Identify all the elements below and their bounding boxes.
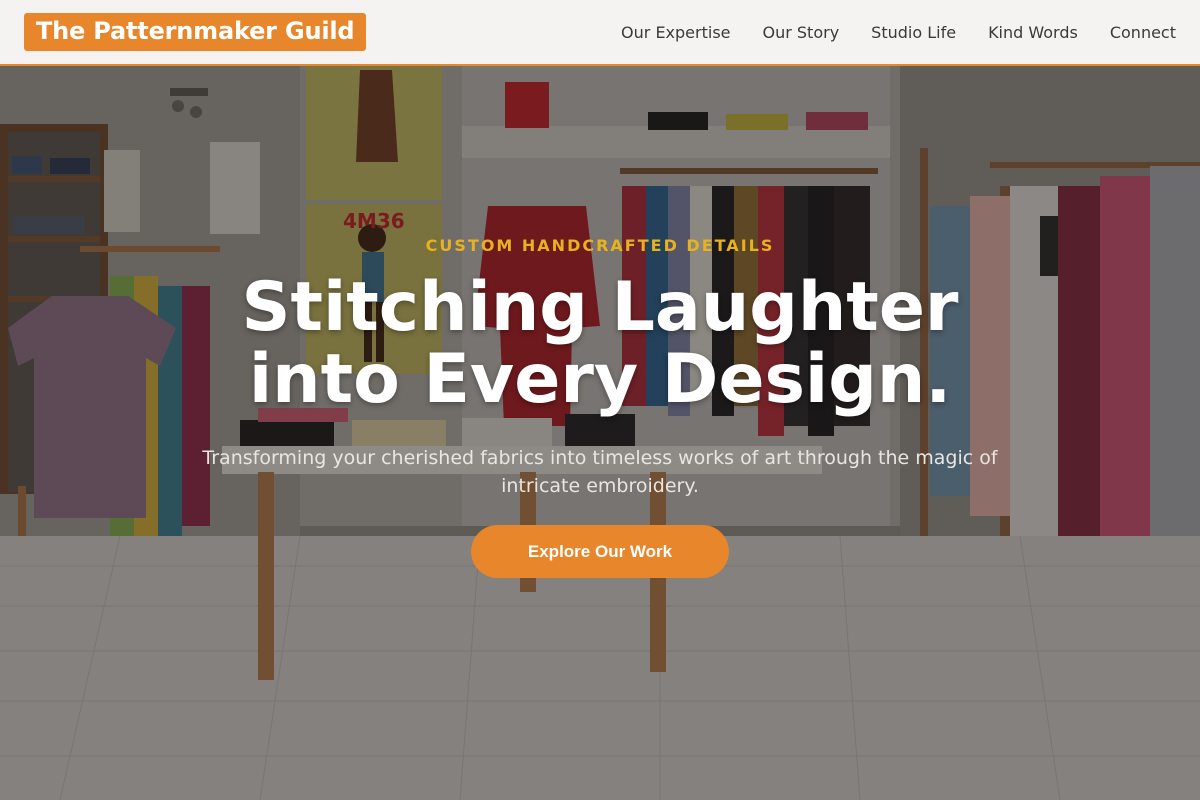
nav-item-kind-words[interactable]: Kind Words <box>988 23 1078 42</box>
hero-section: 4M36 CUSTOM HANDCRAFTED DETAILS Stitchin… <box>0 66 1200 800</box>
nav-item-connect[interactable]: Connect <box>1110 23 1176 42</box>
explore-work-button[interactable]: Explore Our Work <box>471 525 729 578</box>
hero-eyebrow: CUSTOM HANDCRAFTED DETAILS <box>425 236 775 255</box>
hero-headline-line-1: Stitching Laughter <box>241 268 959 347</box>
nav-item-our-story[interactable]: Our Story <box>763 23 840 42</box>
brand-logo[interactable]: The Patternmaker Guild <box>24 13 367 51</box>
hero-subtext: Transforming your cherished fabrics into… <box>202 447 998 497</box>
hero-headline-line-2: into Every Design. <box>248 340 952 419</box>
hero-content: CUSTOM HANDCRAFTED DETAILS Stitching Lau… <box>0 66 1200 800</box>
nav-item-studio-life[interactable]: Studio Life <box>871 23 956 42</box>
site-header: The Patternmaker Guild Our Expertise Our… <box>0 0 1200 66</box>
nav-item-our-expertise[interactable]: Our Expertise <box>621 23 730 42</box>
hero-headline: Stitching Laughter into Every Design. <box>100 272 1100 416</box>
main-nav: Our Expertise Our Story Studio Life Kind… <box>589 23 1176 42</box>
